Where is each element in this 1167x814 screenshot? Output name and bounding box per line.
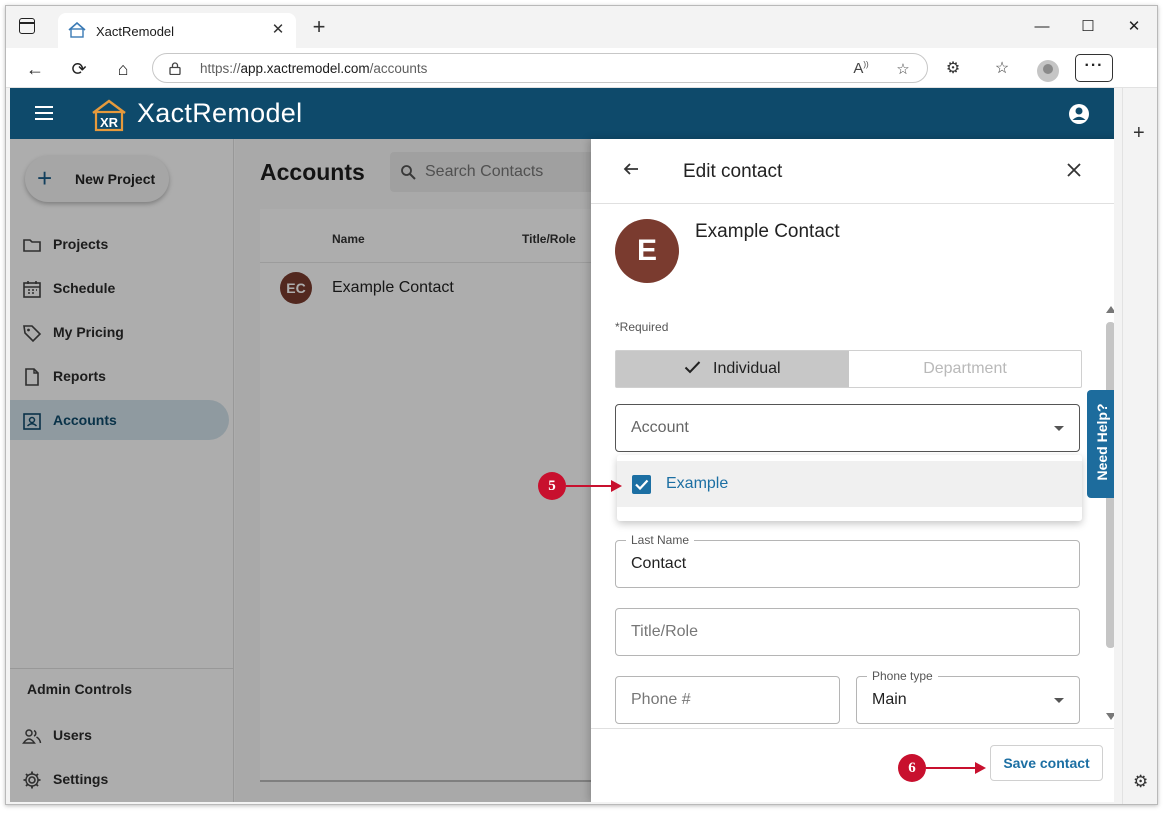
address-bar: ← ⟳ ⌂ https://app.xactremodel.com/accoun…: [6, 48, 1157, 88]
toggle-individual[interactable]: Individual: [616, 351, 849, 387]
profile-avatar[interactable]: [1037, 60, 1059, 82]
field-placeholder: Phone #: [631, 691, 691, 708]
xactremodel-favicon-icon: [68, 22, 86, 38]
home-icon[interactable]: ⌂: [110, 56, 136, 82]
checkbox-checked-icon[interactable]: [632, 475, 651, 494]
browser-window: XactRemodel ✕ + — ☐ ✕ ← ⟳ ⌂ https://app.…: [5, 5, 1158, 805]
callout-arrow: [926, 762, 986, 774]
sidebar-settings-icon[interactable]: ⚙: [1133, 772, 1148, 792]
svg-text:XR: XR: [100, 115, 119, 130]
browser-tab[interactable]: XactRemodel ✕: [58, 13, 296, 49]
chevron-down-icon: [1054, 698, 1064, 703]
menu-icon[interactable]: [35, 106, 53, 120]
brand-name: XactRemodel: [137, 98, 303, 128]
tab-actions-icon[interactable]: [19, 18, 35, 34]
field-label: Phone type: [867, 669, 938, 683]
contact-name: Example Contact: [695, 221, 840, 242]
add-sidebar-icon[interactable]: +: [1133, 122, 1145, 145]
tab-bar: XactRemodel ✕ + — ☐ ✕: [6, 6, 1157, 49]
xactremodel-logo: XR: [92, 99, 126, 132]
step-callout-5: 5: [538, 472, 566, 500]
account-dropdown: Example: [617, 455, 1082, 521]
step-callout-6: 6: [898, 754, 926, 782]
account-select[interactable]: Account: [615, 404, 1080, 452]
maximize-icon[interactable]: ☐: [1065, 14, 1111, 40]
checkmark-icon: [684, 361, 701, 374]
edit-contact-panel: Edit contact E Example Contact *Required…: [591, 139, 1114, 802]
lock-icon: [169, 62, 181, 75]
dropdown-option-label: Example: [666, 475, 729, 492]
panel-title: Edit contact: [683, 161, 783, 182]
close-window-icon[interactable]: ✕: [1111, 14, 1157, 40]
close-icon[interactable]: [1065, 161, 1083, 179]
toggle-label: Individual: [713, 360, 781, 377]
app-root: XR XactRemodel + New Project Projects Sc…: [10, 88, 1114, 802]
minimize-icon[interactable]: —: [1019, 14, 1065, 40]
refresh-icon[interactable]: ⟳: [66, 56, 92, 82]
field-value: Contact: [631, 555, 687, 572]
divider: [591, 203, 1114, 204]
field-label: Last Name: [626, 533, 695, 547]
tab-title: XactRemodel: [96, 24, 175, 39]
last-name-field[interactable]: Last Name Contact: [615, 533, 1080, 588]
account-circle-icon[interactable]: [1068, 103, 1090, 125]
back-arrow-icon[interactable]: [621, 159, 641, 179]
account-placeholder: Account: [631, 419, 689, 436]
toggle-department[interactable]: Department: [849, 351, 1081, 387]
phone-type-select[interactable]: Phone type Main: [856, 669, 1080, 724]
dropdown-option-example[interactable]: Example: [617, 461, 1082, 507]
url-text: https://app.xactremodel.com/accounts: [200, 61, 428, 76]
app-header: XR XactRemodel: [10, 88, 1114, 139]
extensions-icon[interactable]: ⚙: [940, 56, 966, 82]
required-note: *Required: [615, 320, 669, 334]
favorites-icon[interactable]: ☆: [989, 56, 1015, 82]
toggle-label: Department: [923, 360, 1007, 377]
scroll-down-icon[interactable]: [1106, 713, 1114, 720]
new-tab-icon[interactable]: +: [308, 16, 330, 39]
save-contact-button[interactable]: Save contact: [990, 745, 1103, 781]
field-placeholder: Title/Role: [631, 623, 698, 640]
field-value: Main: [872, 691, 907, 708]
url-field[interactable]: https://app.xactremodel.com/accounts A))…: [152, 53, 928, 83]
divider: [591, 728, 1114, 729]
need-help-label: Need Help?: [1094, 403, 1110, 481]
scroll-up-icon[interactable]: [1106, 306, 1114, 313]
callout-arrow: [566, 480, 622, 492]
read-aloud-icon[interactable]: A)): [851, 60, 871, 78]
back-icon[interactable]: ←: [22, 56, 48, 82]
need-help-tab[interactable]: Need Help?: [1087, 390, 1114, 498]
more-options-button[interactable]: ···: [1075, 54, 1113, 82]
close-tab-icon[interactable]: ✕: [268, 20, 288, 40]
contact-type-toggle: Individual Department: [615, 350, 1082, 388]
contact-avatar: E: [615, 219, 679, 283]
edge-sidebar: + ⚙: [1122, 88, 1157, 804]
phone-field[interactable]: Phone #: [615, 676, 840, 724]
chevron-down-icon: [1054, 426, 1064, 431]
favorite-star-icon[interactable]: ☆: [893, 60, 913, 78]
title-role-field[interactable]: Title/Role: [615, 608, 1080, 656]
